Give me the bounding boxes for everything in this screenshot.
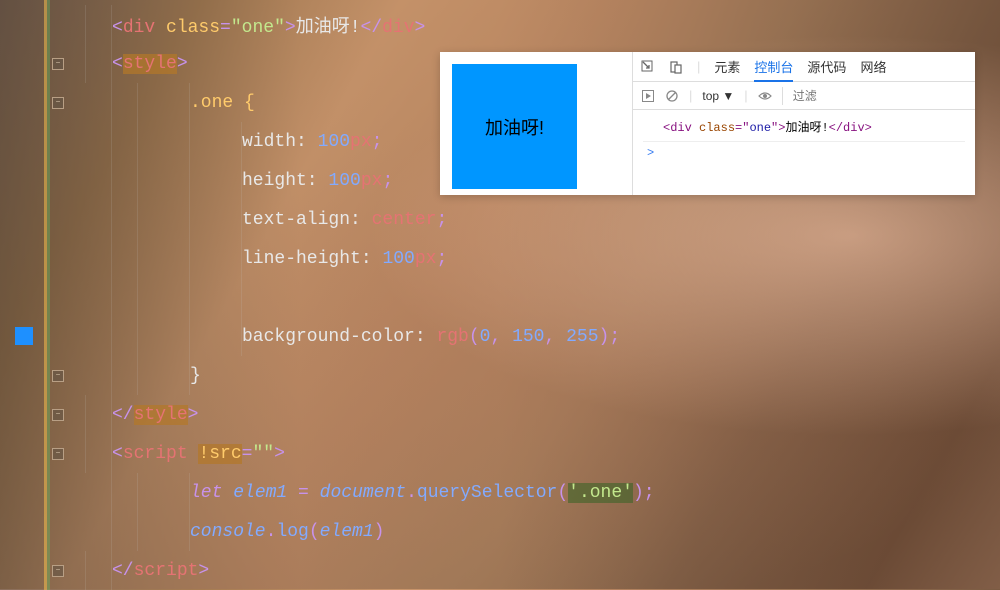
code-line[interactable]: line-height: 100px; xyxy=(0,239,1000,278)
code-line[interactable]: − </style> xyxy=(0,395,1000,434)
fn-queryselector: querySelector xyxy=(417,483,557,503)
obj-document: document xyxy=(320,483,406,503)
rendered-div-one: 加油呀! xyxy=(452,64,577,189)
context-selector[interactable]: top ▼ xyxy=(702,89,734,103)
fold-marker[interactable]: − xyxy=(52,448,64,460)
code-line[interactable]: console.log(elem1) xyxy=(0,512,1000,551)
attr-class: class xyxy=(166,18,220,38)
tab-console[interactable]: 控制台 xyxy=(754,57,793,82)
class-value: one xyxy=(242,18,274,38)
css-close-brace: } xyxy=(190,366,201,386)
code-line-blank[interactable] xyxy=(0,278,1000,317)
devtools-panel: 加油呀! | 元素 控制台 源代码 网络 | top ▼ | <div clas… xyxy=(440,52,975,195)
keyword-let: let xyxy=(190,483,222,503)
tag-script-close: script xyxy=(134,561,199,581)
tab-sources[interactable]: 源代码 xyxy=(807,57,846,76)
code-line[interactable]: background-color: rgb(0, 150, 255); xyxy=(0,317,1000,356)
inspect-icon[interactable] xyxy=(641,60,655,74)
fn-log: log xyxy=(276,522,308,542)
tag-style-open: style xyxy=(123,54,177,74)
attr-src: !src xyxy=(198,444,241,464)
css-prop-textalign: text-align: xyxy=(242,210,372,230)
tab-elements[interactable]: 元素 xyxy=(714,57,740,76)
code-line[interactable]: − <script !src=""> xyxy=(0,434,1000,473)
fold-marker[interactable]: − xyxy=(52,565,64,577)
tag-script-open: script xyxy=(123,444,188,464)
console-log-entry[interactable]: <div class="one">加油呀!</div> xyxy=(643,116,965,142)
devtools-tabs: | 元素 控制台 源代码 网络 xyxy=(633,52,975,82)
code-line[interactable]: text-align: center; xyxy=(0,200,1000,239)
code-line[interactable]: let elem1 = document.querySelector('.one… xyxy=(0,473,1000,512)
console-output[interactable]: <div class="one">加油呀!</div> > xyxy=(633,110,975,195)
filter-input[interactable] xyxy=(782,87,967,105)
code-line[interactable]: <div class="one">加油呀!</div> xyxy=(0,5,1000,44)
fold-marker[interactable]: − xyxy=(52,370,64,382)
angle-open: < xyxy=(112,18,123,38)
css-prop-lineheight: line-height: xyxy=(242,249,382,269)
fold-marker[interactable]: − xyxy=(52,97,64,109)
div-inner-text: 加油呀! xyxy=(296,18,361,38)
css-prop-height: height: xyxy=(242,171,328,191)
clear-icon[interactable] xyxy=(665,89,679,103)
code-line[interactable]: − } xyxy=(0,356,1000,395)
obj-console: console xyxy=(190,522,266,542)
qs-argument: '.one' xyxy=(568,483,633,503)
fold-marker[interactable]: − xyxy=(52,409,64,421)
css-prop-bgcolor: background-color: xyxy=(242,327,436,347)
tag-div: div xyxy=(123,18,155,38)
eye-icon[interactable] xyxy=(758,89,772,103)
var-elem1: elem1 xyxy=(233,483,287,503)
console-toolbar: | top ▼ | xyxy=(633,82,975,110)
code-line[interactable]: − </script> xyxy=(0,551,1000,590)
css-selector: .one { xyxy=(190,93,255,113)
rendered-text: 加油呀! xyxy=(485,114,544,140)
tag-style-close: style xyxy=(134,405,188,425)
fold-marker[interactable]: − xyxy=(52,58,64,70)
tab-network[interactable]: 网络 xyxy=(860,57,886,76)
css-prop-width: width: xyxy=(242,132,318,152)
page-preview: 加油呀! xyxy=(440,52,632,195)
console-prompt[interactable]: > xyxy=(643,142,965,160)
device-icon[interactable] xyxy=(669,60,683,74)
play-icon[interactable] xyxy=(641,89,655,103)
